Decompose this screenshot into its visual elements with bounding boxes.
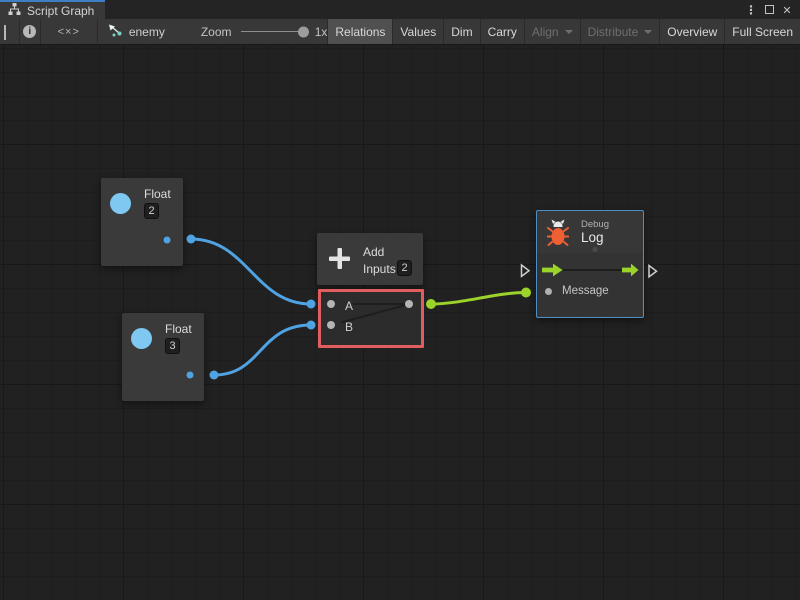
wire-bead[interactable] <box>426 299 436 309</box>
float-circle-icon <box>131 328 152 349</box>
graph-canvas[interactable]: Float 2 Float 3 Add Inputs 2 A B <box>0 45 800 600</box>
float-value-field[interactable]: 2 <box>144 203 159 219</box>
wire-bead[interactable] <box>307 300 316 309</box>
title-bar: Script Graph <box>0 0 800 19</box>
port-label-a: A <box>345 299 353 313</box>
plus-icon <box>327 246 352 276</box>
flow-connector-right-icon[interactable] <box>649 266 657 277</box>
tab-script-graph[interactable]: Script Graph <box>0 0 105 19</box>
graph-asset-icon <box>108 24 123 40</box>
distribute-dropdown[interactable]: Distribute <box>580 19 660 44</box>
debug-log-node[interactable]: Debug Log Message <box>536 210 644 318</box>
zoom-label: Zoom <box>201 19 232 44</box>
carry-button[interactable]: Carry <box>480 19 524 44</box>
graph-breadcrumb[interactable]: enemy <box>98 19 165 44</box>
align-dropdown[interactable]: Align <box>524 19 580 44</box>
info-icon <box>23 25 36 38</box>
float-node-1[interactable]: Float 2 <box>101 178 183 266</box>
zoom-slider-handle[interactable] <box>298 26 309 37</box>
chevron-down-icon <box>644 30 652 34</box>
inputs-count-field[interactable]: 2 <box>397 260 412 276</box>
wire-float1-to-add-a[interactable] <box>191 239 311 304</box>
relations-button[interactable]: Relations <box>327 19 392 44</box>
chevron-down-icon <box>565 30 573 34</box>
dim-button[interactable]: Dim <box>443 19 479 44</box>
wire-bead[interactable] <box>521 288 531 298</box>
bug-icon <box>547 219 569 252</box>
wire-bead[interactable] <box>187 235 196 244</box>
float-circle-icon <box>110 193 131 214</box>
lock-button[interactable] <box>0 19 20 44</box>
node-title: Float <box>165 322 192 336</box>
add-node[interactable]: Add Inputs 2 A B <box>317 233 423 393</box>
graph-name: enemy <box>129 25 165 39</box>
graph-toolbar: enemy Zoom 1x Relations Values Dim Carry… <box>0 19 800 45</box>
wire-float2-to-add-b[interactable] <box>214 325 311 375</box>
node-category: Debug <box>581 219 609 230</box>
zoom-slider-track <box>241 31 305 32</box>
maximize-icon[interactable] <box>761 2 777 18</box>
code-literal-icon <box>58 26 80 38</box>
overview-button[interactable]: Overview <box>659 19 724 44</box>
wire-bead[interactable] <box>210 371 219 380</box>
add-node-ports-selection[interactable]: A B <box>318 289 424 348</box>
float-value-field[interactable]: 3 <box>165 338 180 354</box>
tab-title: Script Graph <box>27 4 94 18</box>
info-button[interactable] <box>20 19 41 44</box>
graph-hierarchy-icon <box>8 3 21 18</box>
flow-connector-left-icon[interactable] <box>522 265 530 276</box>
window-controls <box>743 0 800 19</box>
full-screen-button[interactable]: Full Screen <box>724 19 800 44</box>
port-label-b: B <box>345 320 353 334</box>
wire-bead[interactable] <box>307 321 316 330</box>
node-title: Float <box>144 187 171 201</box>
zoom-value: 1x <box>315 19 328 44</box>
float-node-2[interactable]: Float 3 <box>122 313 204 401</box>
zoom-slider[interactable] <box>241 19 305 44</box>
kebab-menu-icon[interactable] <box>743 2 759 18</box>
inputs-label: Inputs <box>363 262 396 276</box>
node-title: Log <box>581 230 604 245</box>
lock-icon <box>4 26 15 38</box>
add-node-header[interactable]: Add Inputs 2 <box>317 233 423 285</box>
code-literal-button[interactable] <box>41 19 98 44</box>
node-title: Add <box>363 245 384 259</box>
values-button[interactable]: Values <box>392 19 443 44</box>
message-port-label: Message <box>562 285 609 297</box>
close-icon[interactable] <box>779 2 795 18</box>
wire-add-to-message[interactable] <box>431 293 526 305</box>
